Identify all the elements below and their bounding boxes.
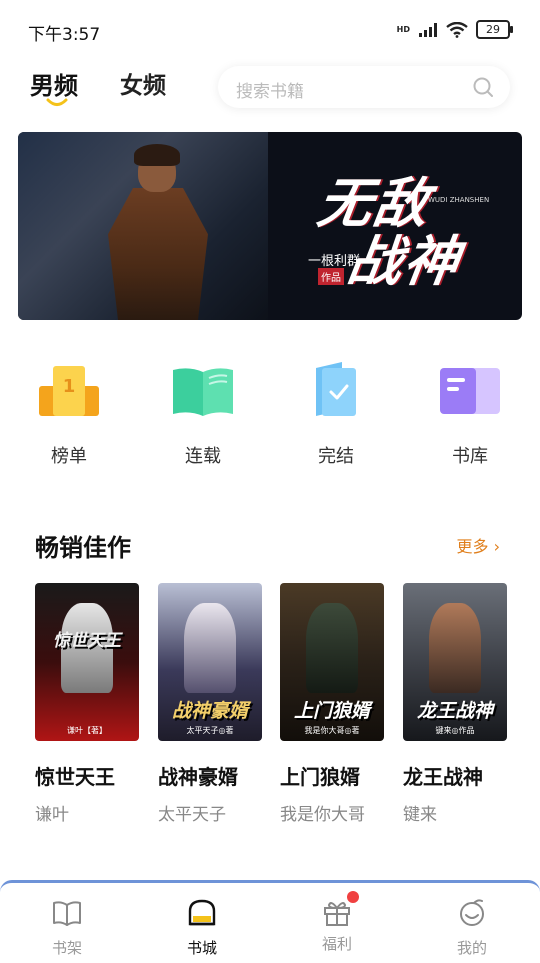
signal-icon: [419, 22, 437, 37]
bookshelf-icon: [53, 901, 81, 926]
category-library[interactable]: 书库: [430, 360, 510, 468]
status-time: 下午3:57: [28, 25, 101, 45]
tab-profile-label: 我的: [456, 939, 487, 957]
book-cover[interactable]: 龙王战神 键来◎作品: [403, 583, 507, 741]
tab-bookstore-label: 书城: [186, 939, 217, 957]
cover-author: 键来◎作品: [435, 726, 475, 735]
banner-hero-figure: [108, 188, 208, 320]
banner-author: 一根利群: [308, 254, 361, 269]
notification-dot: [347, 891, 359, 903]
cover-author: 谦叶【著】: [67, 726, 107, 735]
cover-title: 惊世天王: [53, 631, 121, 651]
bottom-tab-bar: 书架 书城 福利 我的: [0, 880, 540, 963]
cover-figure: [184, 603, 236, 693]
book-cover[interactable]: 战神豪婿 太平天子◎著: [158, 583, 262, 741]
book-card[interactable]: 龙王战神 键来◎作品 龙王战神 键来: [403, 583, 507, 825]
gift-icon-wrap: [321, 891, 359, 929]
book-title: 龙王战神: [403, 765, 483, 789]
book-title: 上门狼婿: [280, 765, 360, 789]
category-ranking[interactable]: 1 榜单: [29, 360, 109, 468]
category-finished-label: 完结: [318, 446, 354, 467]
category-ranking-label: 榜单: [51, 446, 87, 467]
category-finished[interactable]: 完结: [296, 360, 376, 468]
tab-male[interactable]: 男频: [30, 66, 78, 101]
book-author: 键来: [403, 805, 437, 825]
bookstore-icon: [188, 899, 216, 926]
banner-hero-hair: [134, 144, 180, 166]
section-title: 畅销佳作: [35, 534, 131, 562]
book-cover[interactable]: 上门狼婿 我是你大哥◎著: [280, 583, 384, 741]
library-icon: [440, 368, 500, 414]
open-book-icon: [173, 368, 233, 416]
category-library-label: 书库: [452, 446, 488, 467]
book-card[interactable]: 惊世天王 谦叶【著】 惊世天王 谦叶: [35, 583, 139, 825]
cover-title: 龙王战神: [416, 700, 493, 722]
book-author: 太平天子: [158, 805, 226, 825]
cover-title: 上门狼婿: [293, 700, 370, 722]
tab-bookshelf-label: 书架: [51, 939, 82, 957]
banner-title-line1: 无敌: [313, 172, 435, 235]
tab-welfare-label: 福利: [321, 935, 352, 953]
cover-figure: [306, 603, 358, 693]
battery-icon: 29: [476, 20, 513, 39]
cover-author: 太平天子◎著: [186, 726, 234, 735]
profile-icon: [460, 899, 484, 926]
more-link[interactable]: 更多 ›: [457, 533, 501, 557]
book-title: 战神豪婿: [158, 765, 238, 789]
tab-bookshelf[interactable]: 书架: [27, 897, 107, 958]
cover-title: 战神豪婿: [171, 700, 248, 722]
wifi-icon: [446, 21, 468, 38]
banner-badge: 作品: [318, 268, 344, 285]
book-author: 谦叶: [35, 805, 69, 825]
cover-figure: [429, 603, 481, 693]
book-author: 我是你大哥: [280, 805, 365, 825]
category-row: 1 榜单 连载 完结 书库: [0, 360, 540, 470]
status-bar: 下午3:57 HD 29: [0, 0, 540, 56]
tab-bookstore[interactable]: 书城: [162, 897, 242, 958]
tab-female[interactable]: 女频: [120, 66, 166, 100]
promo-banner[interactable]: 无敌 战神 一根利群 作品 WUDI ZHANSHEN: [18, 132, 522, 320]
category-serial[interactable]: 连载: [163, 360, 243, 468]
status-icons: HD 29: [396, 20, 513, 39]
svg-text:1: 1: [63, 376, 76, 397]
banner-pinyin: WUDI ZHANSHEN: [428, 196, 490, 204]
ranking-icon: 1: [39, 366, 99, 416]
active-tab-indicator: [46, 98, 68, 106]
book-card[interactable]: 战神豪婿 太平天子◎著 战神豪婿 太平天子: [158, 583, 262, 825]
book-title: 惊世天王: [35, 765, 115, 789]
search-bar[interactable]: 搜索书籍: [218, 66, 510, 108]
book-cover[interactable]: 惊世天王 谦叶【著】: [35, 583, 139, 741]
category-serial-label: 连载: [185, 446, 221, 467]
search-icon[interactable]: [472, 76, 494, 98]
book-card[interactable]: 上门狼婿 我是你大哥◎著 上门狼婿 我是你大哥: [280, 583, 384, 825]
top-navigation: 男频 女频 搜索书籍: [0, 58, 540, 118]
tab-profile[interactable]: 我的: [432, 897, 512, 958]
gift-icon: [324, 902, 350, 926]
hd-indicator: HD: [396, 25, 410, 34]
search-placeholder: 搜索书籍: [236, 82, 304, 102]
banner-title-line2: 战神: [343, 230, 465, 293]
finished-book-icon: [316, 362, 356, 416]
tab-welfare[interactable]: 福利: [297, 891, 377, 954]
cover-author: 我是你大哥◎著: [304, 726, 360, 735]
